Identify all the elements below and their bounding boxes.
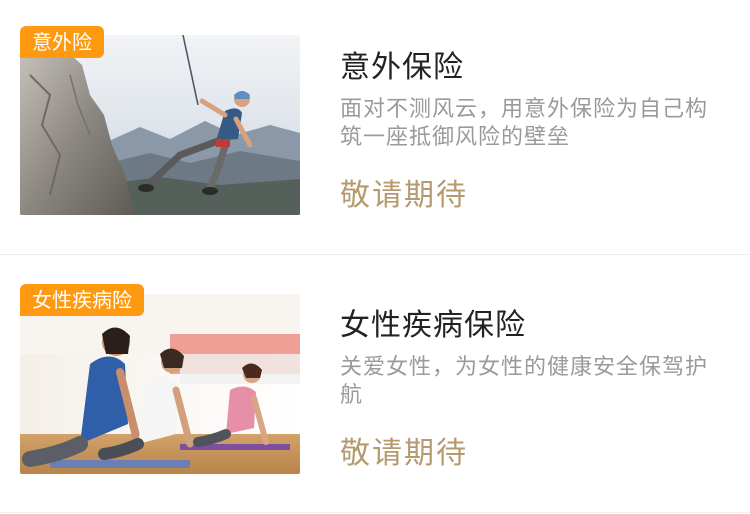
product-badge: 女性疾病险	[20, 284, 144, 316]
product-description: 面对不测风云，用意外保险为自己构筑一座抵御风险的壁垒	[340, 97, 709, 150]
product-card-women-disease[interactable]: 女性疾病险 女性疾病保险 关爱女性，为女性的健康安全保驾护航 敬请期待	[0, 258, 750, 512]
product-description: 关爱女性，为女性的健康安全保驾护航	[340, 355, 709, 408]
divider	[0, 254, 750, 255]
coming-soon-link[interactable]: 敬请期待	[340, 170, 468, 214]
product-card-accident[interactable]: 意外险 意外保险 面对不测风云，用意外保险为自己构筑一座抵御风险的壁垒 敬请期待	[0, 0, 750, 254]
coming-soon-link[interactable]: 敬请期待	[340, 428, 468, 472]
yoga-class-photo[interactable]	[20, 294, 300, 474]
product-title: 意外保险	[340, 50, 464, 85]
rock-climber-photo[interactable]	[20, 35, 300, 215]
product-badge: 意外险	[20, 26, 104, 58]
divider	[0, 512, 750, 513]
product-title: 女性疾病保险	[340, 308, 526, 343]
